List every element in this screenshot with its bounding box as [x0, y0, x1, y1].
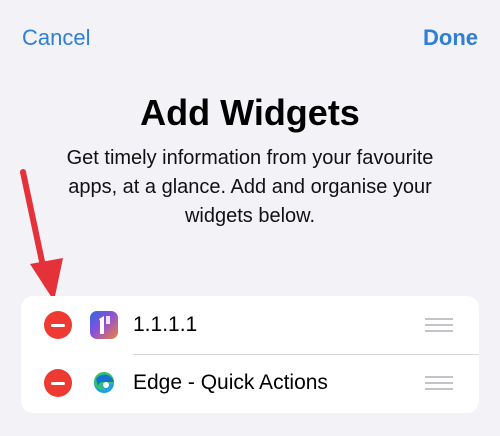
- reorder-handle-icon[interactable]: [425, 376, 453, 390]
- widget-label: 1.1.1.1: [133, 313, 198, 336]
- cloudflare-1111-icon: [90, 311, 118, 339]
- page-title: Add Widgets: [140, 92, 360, 133]
- widget-row: 1.1.1.1: [21, 296, 479, 354]
- remove-widget-button[interactable]: [44, 369, 72, 397]
- microsoft-edge-icon: [90, 369, 118, 397]
- minus-icon: [51, 323, 65, 327]
- cancel-button[interactable]: Cancel: [22, 25, 90, 51]
- reorder-handle-icon[interactable]: [425, 318, 453, 332]
- done-button[interactable]: Done: [423, 25, 478, 51]
- widget-label: Edge - Quick Actions: [133, 371, 328, 394]
- widget-list: 1.1.1.1 Edge - Quick Actions: [21, 296, 479, 413]
- widget-row: Edge - Quick Actions: [21, 354, 479, 412]
- remove-widget-button[interactable]: [44, 311, 72, 339]
- minus-icon: [51, 381, 65, 385]
- add-widgets-screen: Cancel Done Add Widgets Get timely infor…: [0, 0, 500, 436]
- page-subtitle: Get timely information from your favouri…: [66, 147, 434, 227]
